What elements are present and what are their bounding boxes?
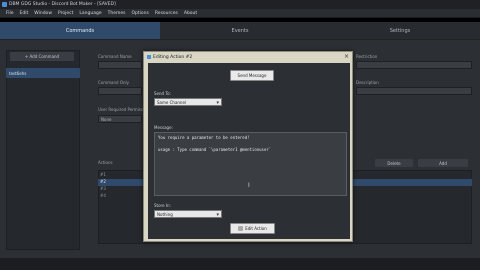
command-only-label: Command Only bbox=[98, 80, 129, 85]
send-to-select[interactable]: Same Channel ▾ bbox=[154, 98, 222, 106]
store-in-label: Store In: bbox=[154, 203, 171, 208]
tab-commands[interactable]: Commands bbox=[0, 22, 160, 40]
send-to-value: Same Channel bbox=[157, 99, 187, 105]
menu-about[interactable]: About bbox=[184, 11, 197, 16]
edit-action-button[interactable]: Edit Action bbox=[230, 223, 275, 234]
menu-window[interactable]: Window bbox=[34, 11, 52, 16]
tab-events[interactable]: Events bbox=[160, 22, 320, 40]
restriction-select[interactable] bbox=[356, 61, 472, 69]
edit-action-label: Edit Action bbox=[245, 226, 267, 231]
chevron-down-icon: ▾ bbox=[216, 99, 219, 106]
app-icon bbox=[2, 2, 7, 7]
command-name-label: Command Name bbox=[98, 54, 132, 59]
text-cursor-icon: I bbox=[248, 182, 250, 189]
menu-options[interactable]: Options bbox=[132, 11, 149, 16]
command-list-item[interactable]: test6ehs bbox=[6, 68, 80, 78]
chevron-down-icon: ▾ bbox=[216, 211, 219, 218]
menu-file[interactable]: File bbox=[6, 11, 14, 16]
menu-resources[interactable]: Resources bbox=[155, 11, 178, 16]
command-only-select[interactable] bbox=[98, 87, 142, 95]
message-textarea[interactable]: You require a parameter to be entered! u… bbox=[154, 132, 347, 196]
store-in-value: Nothing bbox=[157, 211, 173, 217]
description-field[interactable] bbox=[356, 87, 472, 95]
add-command-button[interactable]: + Add Command bbox=[10, 52, 74, 61]
add-action-button[interactable]: Add bbox=[418, 159, 468, 167]
menu-project[interactable]: Project bbox=[58, 11, 73, 16]
menu-bar: File Edit Window Project Language Themes… bbox=[0, 9, 480, 18]
delete-action-button[interactable]: Delete bbox=[375, 159, 413, 167]
restriction-label: Restriction bbox=[356, 54, 378, 59]
tab-settings[interactable]: Settings bbox=[320, 22, 480, 40]
close-icon[interactable]: × bbox=[344, 53, 349, 60]
main-tabs: Commands Events Settings bbox=[0, 22, 480, 40]
status-bar bbox=[0, 258, 480, 270]
menu-language[interactable]: Language bbox=[79, 11, 101, 16]
dialog-titlebar: Editing Action #2 × bbox=[144, 52, 352, 62]
dialog-body: Send Message Send To: Same Channel ▾ Mes… bbox=[148, 63, 350, 239]
dialog-title: Editing Action #2 bbox=[153, 54, 193, 60]
menu-edit[interactable]: Edit bbox=[20, 11, 29, 16]
window-titlebar: DBM GDG Studio - Discord Bot Maker - [SA… bbox=[0, 0, 480, 9]
command-list-panel bbox=[6, 50, 80, 250]
user-required-select[interactable]: None bbox=[98, 115, 142, 123]
menu-themes[interactable]: Themes bbox=[108, 11, 126, 16]
table-row[interactable]: #4 bbox=[98, 193, 138, 200]
table-row[interactable]: #3 bbox=[98, 186, 138, 193]
dialog-app-icon bbox=[147, 55, 151, 59]
message-label: Message: bbox=[154, 125, 173, 130]
store-in-select[interactable]: Nothing ▾ bbox=[154, 210, 222, 218]
actions-label: Actions bbox=[98, 160, 113, 165]
edit-icon bbox=[238, 226, 244, 231]
send-to-label: Send To: bbox=[154, 91, 171, 96]
table-row[interactable]: #1 bbox=[98, 172, 138, 179]
command-name-field[interactable] bbox=[98, 61, 142, 69]
action-type-button[interactable]: Send Message bbox=[230, 70, 274, 81]
window-title: DBM GDG Studio - Discord Bot Maker - [SA… bbox=[9, 2, 116, 7]
edit-action-dialog: Editing Action #2 × Send Message Send To… bbox=[143, 51, 353, 242]
description-label: Description bbox=[356, 80, 379, 85]
